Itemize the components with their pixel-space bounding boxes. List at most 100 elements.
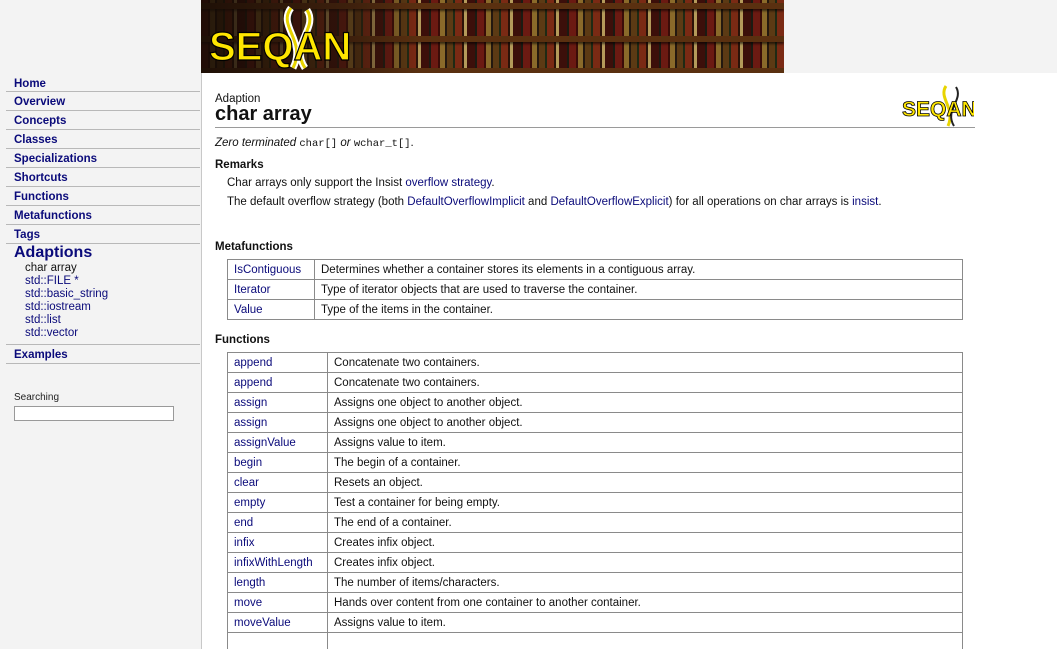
table-row: append Concatenate two containers. bbox=[227, 372, 963, 393]
sidebar-item-classes[interactable]: Classes bbox=[6, 130, 200, 149]
name-cell: empty bbox=[227, 492, 328, 513]
metafunctions-heading: Metafunctions bbox=[215, 241, 293, 253]
name-cell: assign bbox=[227, 392, 328, 413]
name-cell: append bbox=[227, 372, 328, 393]
remarks-heading: Remarks bbox=[215, 159, 264, 171]
overflow-strategy-link[interactable]: overflow strategy bbox=[405, 177, 491, 189]
name-cell: Iterator bbox=[227, 279, 315, 300]
sidebar-item-specializations[interactable]: Specializations bbox=[6, 149, 200, 168]
name-cell: moveValue bbox=[227, 612, 328, 633]
table-row: Value Type of the items in the container. bbox=[227, 299, 963, 320]
begin-link[interactable]: begin bbox=[234, 457, 262, 469]
search-input[interactable] bbox=[14, 406, 174, 421]
description-cell: Creates infix object. bbox=[327, 532, 963, 553]
table-row: length The number of items/characters. bbox=[227, 572, 963, 593]
seqan-small-logo: SEQAN bbox=[902, 85, 974, 127]
assign-link[interactable]: assign bbox=[234, 397, 267, 409]
append-link[interactable]: append bbox=[234, 377, 272, 389]
adaption-item-std-file[interactable]: std::FILE * bbox=[14, 275, 200, 288]
end-link[interactable]: end bbox=[234, 517, 253, 529]
sidebar-item-tags[interactable]: Tags bbox=[6, 225, 200, 244]
remarks-paragraph-1: Char arrays only support the Insist over… bbox=[227, 177, 495, 189]
sidebar-item-examples[interactable]: Examples bbox=[6, 345, 200, 364]
table-row: move Hands over content from one containe… bbox=[227, 592, 963, 613]
sidebar-nav: Home Overview Concepts Classes Specializatio… bbox=[0, 73, 201, 244]
description-cell: The begin of a container. bbox=[327, 452, 963, 473]
table-row bbox=[227, 632, 963, 649]
page-title: char array bbox=[215, 103, 312, 125]
sidebar-item-functions[interactable]: Functions bbox=[6, 187, 200, 206]
table-row: moveValue Assigns value to item. bbox=[227, 612, 963, 633]
header-banner: SEQAN bbox=[201, 0, 784, 73]
adaption-item-std-basic-string[interactable]: std::basic_string bbox=[14, 288, 200, 301]
insist-link[interactable]: insist bbox=[852, 196, 878, 208]
description-cell: Concatenate two containers. bbox=[327, 352, 963, 373]
adaption-item-char-array[interactable]: char array bbox=[14, 262, 200, 275]
description-cell: Assigns value to item. bbox=[327, 612, 963, 633]
table-row: IsContiguous Determines whether a contain… bbox=[227, 259, 963, 280]
clear-link[interactable]: clear bbox=[234, 477, 259, 489]
name-cell: length bbox=[227, 572, 328, 593]
seqan-logo[interactable]: SEQAN bbox=[207, 6, 377, 72]
sidebar-item-shortcuts[interactable]: Shortcuts bbox=[6, 168, 200, 187]
name-cell: move bbox=[227, 592, 328, 613]
title-divider bbox=[215, 127, 975, 128]
description-cell: Concatenate two containers. bbox=[327, 372, 963, 393]
table-row: infixWithLength Creates infix object. bbox=[227, 552, 963, 573]
iscontiguous-link[interactable]: IsContiguous bbox=[234, 264, 301, 276]
adaption-item-std-iostream[interactable]: std::iostream bbox=[14, 301, 200, 314]
table-row: infix Creates infix object. bbox=[227, 532, 963, 553]
name-cell: infix bbox=[227, 532, 328, 553]
append-link[interactable]: append bbox=[234, 357, 272, 369]
table-row: assign Assigns one object to another obje… bbox=[227, 392, 963, 413]
table-row: assignValue Assigns value to item. bbox=[227, 432, 963, 453]
remarks-paragraph-2: The default overflow strategy (both Defa… bbox=[227, 196, 882, 208]
description-cell: Assigns one object to another object. bbox=[327, 412, 963, 433]
main-content: Adaption char array SEQAN Zero terminate… bbox=[201, 73, 1057, 649]
description-cell bbox=[327, 632, 963, 649]
adaption-item-std-vector[interactable]: std::vector bbox=[14, 327, 200, 340]
name-cell: assign bbox=[227, 412, 328, 433]
description-cell: Assigns one object to another object. bbox=[327, 392, 963, 413]
search-box: Searching bbox=[14, 392, 201, 421]
sidebar-item-metafunctions[interactable]: Metafunctions bbox=[6, 206, 200, 225]
metafunctions-table: IsContiguous Determines whether a contain… bbox=[227, 259, 963, 320]
sidebar-item-overview[interactable]: Overview bbox=[6, 92, 200, 111]
name-cell: infixWithLength bbox=[227, 552, 328, 573]
sidebar-adaptions-section: Adaptions char array std::FILE * std::basi… bbox=[6, 244, 200, 345]
page-summary: Zero terminated char[] or wchar_t[]. bbox=[215, 137, 414, 150]
sidebar-item-concepts[interactable]: Concepts bbox=[6, 111, 200, 130]
value-link[interactable]: Value bbox=[234, 304, 263, 316]
name-cell: Value bbox=[227, 299, 315, 320]
description-cell: The end of a container. bbox=[327, 512, 963, 533]
description-cell: Assigns value to item. bbox=[327, 432, 963, 453]
table-row: empty Test a container for being empty. bbox=[227, 492, 963, 513]
table-row: end The end of a container. bbox=[227, 512, 963, 533]
sidebar-item-home[interactable]: Home bbox=[6, 73, 200, 92]
sidebar-item-adaptions[interactable]: Adaptions bbox=[14, 244, 200, 262]
move-link[interactable]: move bbox=[234, 597, 262, 609]
description-cell: Creates infix object. bbox=[327, 552, 963, 573]
svg-text:SEQAN: SEQAN bbox=[902, 98, 974, 121]
infixwithlength-link[interactable]: infixWithLength bbox=[234, 557, 313, 569]
description-cell: The number of items/characters. bbox=[327, 572, 963, 593]
name-cell: clear bbox=[227, 472, 328, 493]
default-overflow-implicit-link[interactable]: DefaultOverflowImplicit bbox=[407, 196, 525, 208]
logo-text: SEQAN bbox=[209, 25, 351, 69]
movevalue-link[interactable]: moveValue bbox=[234, 617, 291, 629]
name-cell: append bbox=[227, 352, 328, 373]
table-row: append Concatenate two containers. bbox=[227, 352, 963, 373]
iterator-link[interactable]: Iterator bbox=[234, 284, 270, 296]
name-cell bbox=[227, 632, 328, 649]
name-cell: assignValue bbox=[227, 432, 328, 453]
infix-link[interactable]: infix bbox=[234, 537, 254, 549]
default-overflow-explicit-link[interactable]: DefaultOverflowExplicit bbox=[550, 196, 668, 208]
empty-link[interactable]: empty bbox=[234, 497, 265, 509]
length-link[interactable]: length bbox=[234, 577, 265, 589]
search-label: Searching bbox=[14, 392, 60, 403]
assignvalue-link[interactable]: assignValue bbox=[234, 437, 296, 449]
assign-link[interactable]: assign bbox=[234, 417, 267, 429]
adaption-item-std-list[interactable]: std::list bbox=[14, 314, 200, 327]
functions-heading: Functions bbox=[215, 334, 270, 346]
description-cell: Resets an object. bbox=[327, 472, 963, 493]
